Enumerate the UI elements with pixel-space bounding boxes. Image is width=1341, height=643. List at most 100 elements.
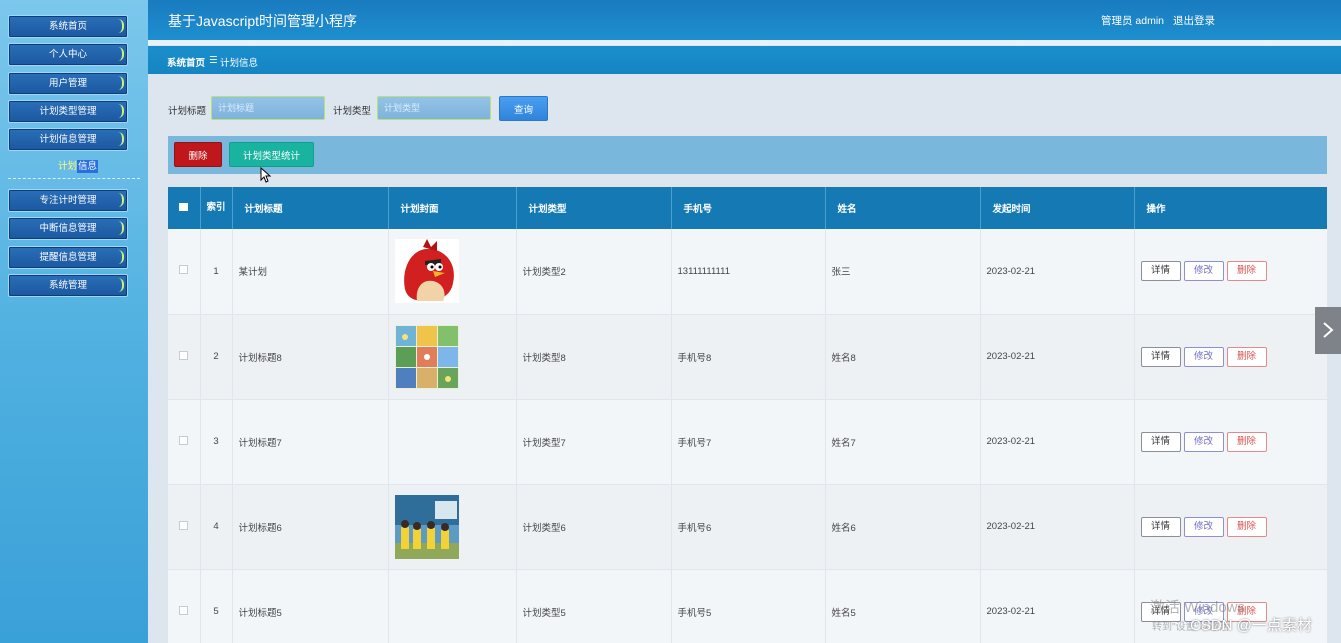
action-bar: 删除 计划类型统计: [168, 136, 1327, 174]
row-cover: [388, 229, 517, 315]
edit-button[interactable]: 修改: [1183, 346, 1224, 367]
row-name: 姓名5: [825, 569, 981, 643]
sidebar: 系统首页 个人中心 用户管理 计划类型管理 计划信息管理 计划信息 专注计时管理…: [0, 0, 148, 643]
row-type: 计划类型8: [516, 314, 672, 400]
row-type: 计划类型2: [516, 229, 672, 315]
row-checkbox[interactable]: [179, 435, 189, 445]
type-stats-button[interactable]: 计划类型统计: [229, 142, 314, 167]
column-header-time: 发起时间: [980, 187, 1135, 229]
sidebar-item-profile[interactable]: 个人中心: [8, 43, 128, 66]
title-search-label: 计划标题: [168, 106, 207, 117]
row-type: 计划类型5: [516, 569, 672, 643]
row-time: 2023-02-21: [980, 229, 1135, 315]
column-header-phone: 手机号: [671, 187, 826, 229]
logout-link[interactable]: 退出登录: [1173, 13, 1215, 28]
row-ops: 详情 修改 删除: [1134, 484, 1327, 570]
row-checkbox[interactable]: [179, 520, 189, 530]
top-header: 基于Javascript时间管理小程序 管理员 admin 退出登录: [148, 0, 1341, 40]
edit-button[interactable]: 修改: [1183, 516, 1224, 537]
detail-button[interactable]: 详情: [1140, 261, 1181, 282]
detail-button[interactable]: 详情: [1140, 431, 1181, 452]
breadcrumb-home[interactable]: 系统首页: [167, 55, 205, 69]
table-row: 2 计划标题8 计划类型8 手机号8 姓名8 2023-02-21 详情 修改 …: [168, 314, 1327, 400]
plan-table: 索引 计划标题 计划封面 计划类型 手机号 姓名 发起时间 操作 1 某计划 计…: [168, 187, 1327, 643]
row-index: 3: [200, 399, 233, 485]
column-header-cover: 计划封面: [388, 187, 517, 229]
row-time: 2023-02-21: [980, 314, 1135, 400]
row-index: 2: [200, 314, 233, 400]
row-checkbox-cell[interactable]: [168, 399, 201, 485]
row-name: 张三: [825, 229, 981, 315]
row-title: 计划标题8: [232, 314, 389, 400]
delete-button[interactable]: 删除: [1226, 431, 1267, 452]
breadcrumb: 系统首页 ☰ 计划信息: [148, 46, 1341, 74]
row-index: 4: [200, 484, 233, 570]
next-page-arrow[interactable]: [1315, 307, 1341, 354]
row-index: 1: [200, 229, 233, 315]
table-row: 3 计划标题7 计划类型7 手机号7 姓名7 2023-02-21 详情 修改 删除: [168, 399, 1327, 485]
row-checkbox-cell[interactable]: [168, 569, 201, 643]
sidebar-subitem-plan-info[interactable]: 计划信息: [58, 158, 99, 173]
row-type: 计划类型7: [516, 399, 672, 485]
sidebar-item-system[interactable]: 系统管理: [8, 274, 128, 297]
sidebar-item-reminders[interactable]: 提醒信息管理: [8, 246, 128, 269]
edit-button[interactable]: 修改: [1183, 431, 1224, 452]
breadcrumb-current: 计划信息: [220, 58, 259, 69]
submenu-part2: 信息: [77, 160, 99, 173]
chevron-right-icon: [1323, 322, 1334, 338]
row-cover: [388, 569, 517, 643]
row-checkbox[interactable]: [179, 350, 189, 360]
row-time: 2023-02-21: [980, 399, 1135, 485]
row-title: 计划标题5: [232, 569, 389, 643]
delete-button[interactable]: 删除: [1226, 346, 1267, 367]
sidebar-item-plan-info[interactable]: 计划信息管理: [8, 128, 128, 151]
app-title: 基于Javascript时间管理小程序: [168, 13, 358, 29]
type-search-label: 计划类型: [333, 106, 372, 117]
row-checkbox[interactable]: [179, 265, 189, 275]
select-all-checkbox[interactable]: [168, 187, 201, 229]
query-button[interactable]: 查询: [499, 96, 548, 121]
row-time: 2023-02-21: [980, 484, 1135, 570]
row-title: 计划标题6: [232, 484, 389, 570]
row-ops: 详情 修改 删除: [1134, 229, 1327, 315]
column-header-ops: 操作: [1134, 187, 1327, 229]
row-ops: 详情 修改 删除: [1134, 399, 1327, 485]
row-phone: 13111111111: [671, 229, 826, 315]
column-header-type: 计划类型: [516, 187, 672, 229]
red-bird-image[interactable]: [394, 239, 459, 304]
bulk-delete-button[interactable]: 删除: [174, 142, 222, 167]
sidebar-item-focus-timer[interactable]: 专注计时管理: [8, 189, 128, 212]
row-phone: 手机号8: [671, 314, 826, 400]
kids-photo-image[interactable]: [394, 494, 459, 559]
title-search-input[interactable]: [211, 96, 325, 120]
row-checkbox-cell[interactable]: [168, 229, 201, 315]
sidebar-item-interruptions[interactable]: 中断信息管理: [8, 217, 128, 240]
table-row: 4 计划标题6 计划类型6 手机号6 姓名6 2023-02-21 详情 修改 …: [168, 484, 1327, 570]
select-all-box[interactable]: [179, 202, 189, 211]
sidebar-item-plan-types[interactable]: 计划类型管理: [8, 100, 128, 123]
row-checkbox[interactable]: [179, 605, 189, 615]
row-checkbox-cell[interactable]: [168, 484, 201, 570]
detail-button[interactable]: 详情: [1140, 346, 1181, 367]
row-cover: [388, 484, 517, 570]
detail-button[interactable]: 详情: [1140, 516, 1181, 537]
sidebar-item-users[interactable]: 用户管理: [8, 72, 128, 95]
breadcrumb-separator-icon: ☰: [209, 55, 218, 66]
grid-collage-image[interactable]: [394, 324, 459, 389]
row-checkbox-cell[interactable]: [168, 314, 201, 400]
row-phone: 手机号5: [671, 569, 826, 643]
delete-button[interactable]: 删除: [1226, 516, 1267, 537]
delete-button[interactable]: 删除: [1226, 261, 1267, 282]
edit-button[interactable]: 修改: [1183, 261, 1224, 282]
header-divider: [148, 40, 1341, 45]
row-name: 姓名6: [825, 484, 981, 570]
sidebar-divider: [8, 178, 140, 179]
row-index: 5: [200, 569, 233, 643]
sidebar-item-home[interactable]: 系统首页: [8, 15, 128, 38]
row-ops: 详情 修改 删除: [1134, 314, 1327, 400]
type-search-input[interactable]: [377, 96, 491, 120]
row-name: 姓名8: [825, 314, 981, 400]
admin-label: 管理员 admin: [1101, 15, 1165, 27]
mouse-cursor-icon: [260, 167, 272, 183]
table-row: 1 某计划 计划类型2 13111111111 张三 2023-02-21 详情…: [168, 229, 1327, 315]
